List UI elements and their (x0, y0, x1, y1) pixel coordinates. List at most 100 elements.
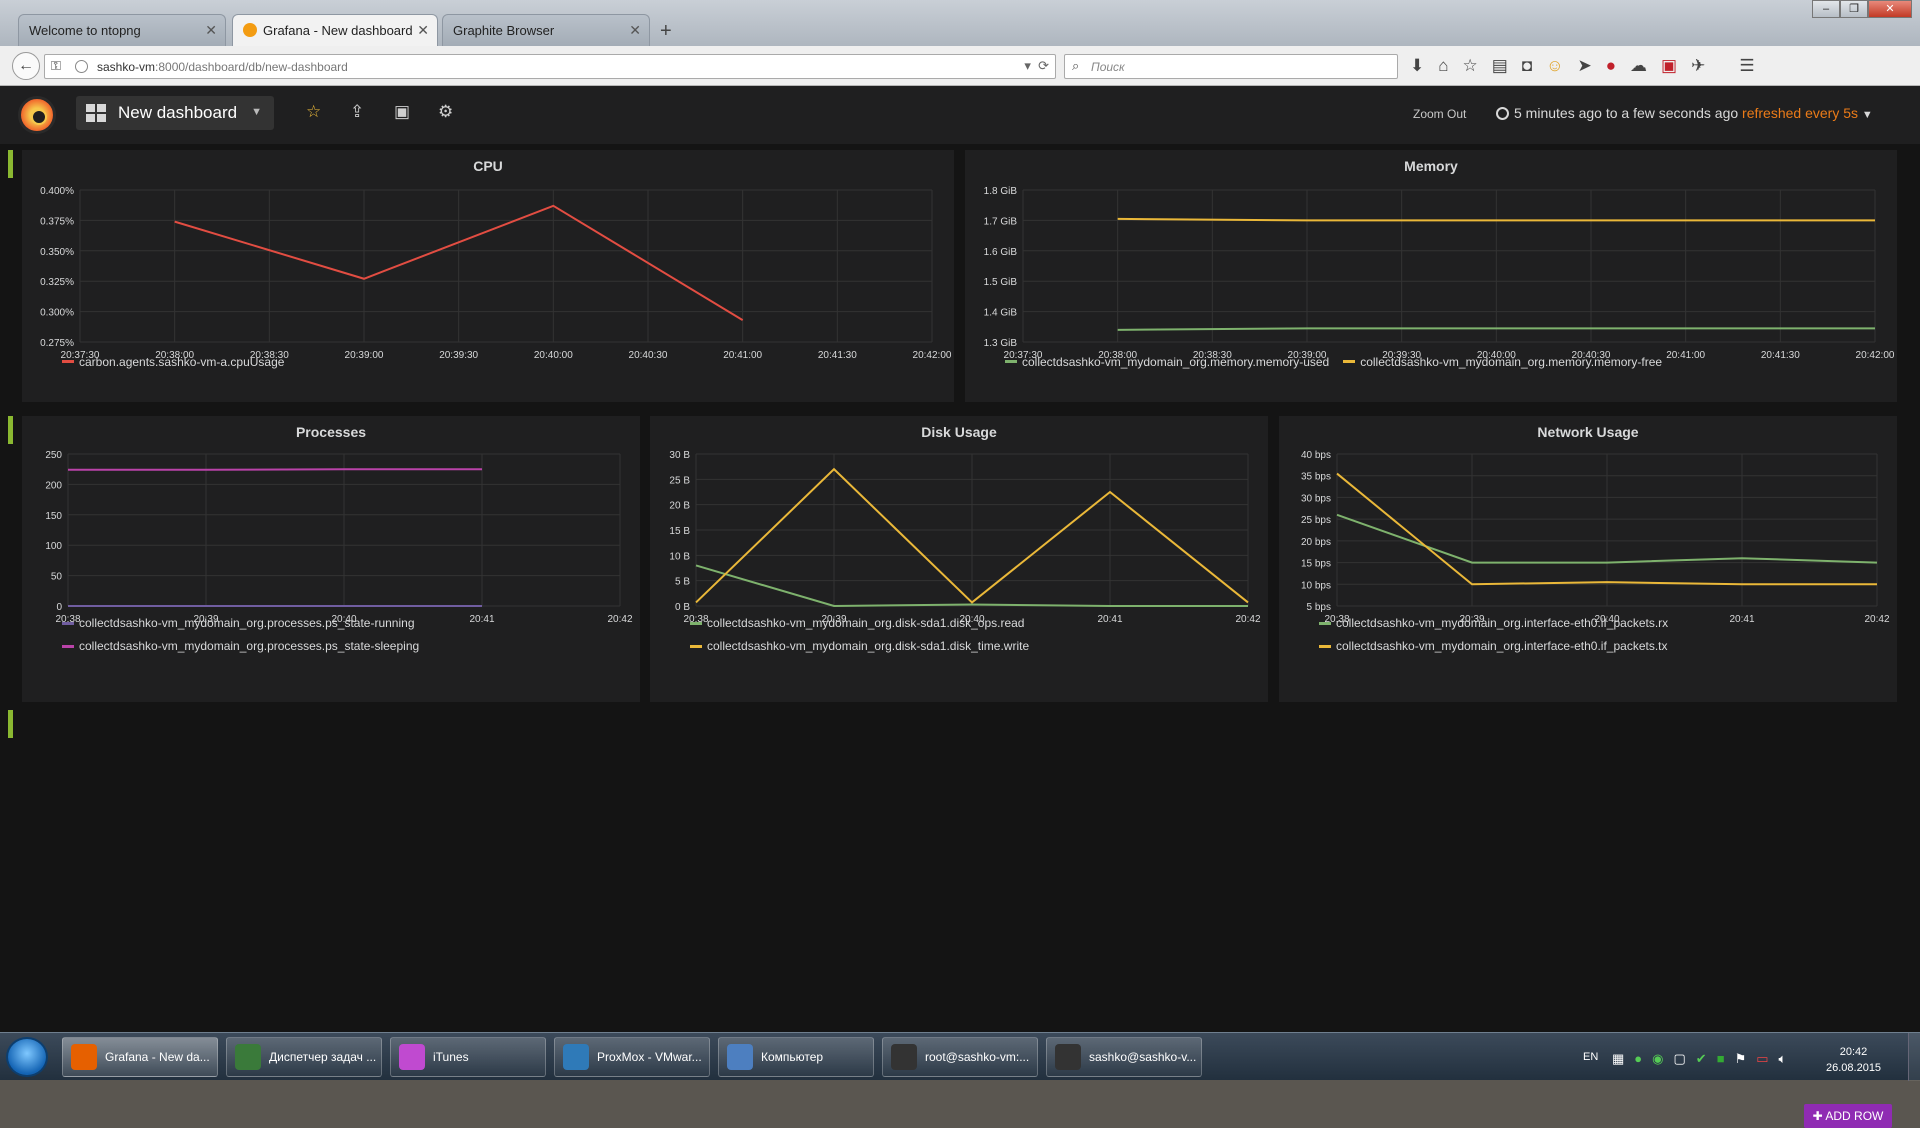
zoom-out-button[interactable]: Zoom Out (1413, 107, 1466, 121)
x-tick-label: 20:42 (1864, 614, 1889, 625)
pocket-icon[interactable]: ◘ (1522, 56, 1532, 76)
panel-title[interactable]: CPU (22, 158, 954, 174)
adblock-icon[interactable]: ● (1606, 56, 1616, 76)
tab-welcome-ntopng[interactable]: Welcome to ntopng ✕ (18, 14, 226, 46)
row-collapse-handle[interactable] (8, 710, 13, 738)
system-tray: ▦ ● ◉ ▢ ✔ ■ ⚑ ▭ 🔈︎ (1612, 1051, 1786, 1067)
x-tick-label: 20:42 (1235, 614, 1260, 625)
y-tick-label: 0 B (675, 602, 690, 613)
url-host: sashko-vm (97, 60, 156, 74)
taskbar-button[interactable]: sashko@sashko-v... (1046, 1037, 1202, 1077)
y-tick-label: 0.400% (40, 186, 74, 197)
extension-smiley-icon[interactable]: ☺ (1546, 56, 1563, 76)
panel-cpu[interactable]: CPU 0.275% 0.300% 0.325% 0.350% 0.375% 0.400%… (22, 150, 954, 402)
tab-grafana[interactable]: Grafana - New dashboard ✕ (232, 14, 438, 46)
legend-swatch (1319, 644, 1331, 648)
status-tray-icon[interactable]: ■ (1717, 1051, 1725, 1067)
row-collapse-handle[interactable] (8, 416, 13, 444)
panel-title[interactable]: Disk Usage (650, 424, 1268, 440)
start-button-icon[interactable] (6, 1037, 48, 1077)
show-desktop-button[interactable] (1908, 1033, 1920, 1081)
search-field[interactable]: ⌕ Поиск (1064, 54, 1398, 79)
navigation-bar: ← ⚿ sashko-vm:8000/dashboard/db/new-dash… (0, 46, 1920, 86)
y-tick-label: 250 (45, 450, 62, 461)
time-picker[interactable]: 5 minutes ago to a few seconds ago refre… (1496, 105, 1873, 121)
close-window-icon[interactable]: ✕ (1868, 0, 1912, 18)
taskbar-button[interactable]: Компьютер (718, 1037, 874, 1077)
share-icon[interactable]: ⇪ (350, 102, 364, 122)
taskbar-button[interactable]: ProxMox - VMwar... (554, 1037, 710, 1077)
dashboard-picker[interactable]: New dashboard ▼ (76, 96, 274, 130)
close-tab-icon[interactable]: ✕ (629, 22, 641, 39)
legend-item[interactable]: carbon.agents.sashko-vm-a.cpuUsage (62, 355, 284, 369)
panel-title[interactable]: Network Usage (1279, 424, 1897, 440)
taskbar-button[interactable]: root@sashko-vm:... (882, 1037, 1038, 1077)
bookmark-star-icon[interactable]: ☆ (1463, 56, 1478, 76)
close-tab-icon[interactable]: ✕ (205, 22, 217, 39)
language-indicator[interactable]: EN (1583, 1051, 1598, 1063)
restore-icon[interactable]: ❐ (1840, 0, 1868, 18)
taskbar-button[interactable]: Диспетчер задач ... (226, 1037, 382, 1077)
addon-icon[interactable]: ✈ (1691, 56, 1705, 76)
back-arrow-icon[interactable]: ← (12, 52, 40, 80)
panel-disk-usage[interactable]: Disk Usage 0 B 5 B 10 B 15 B 20 B 25 B 30 B 20:… (650, 416, 1268, 702)
network-tray-icon[interactable]: ▦ (1612, 1051, 1624, 1067)
legend-item[interactable]: collectdsashko-vm_mydomain_org.interface… (1319, 616, 1668, 630)
panel-processes[interactable]: Processes 0 50 100 150 200 250 20:38 20:39 20:40… (22, 416, 640, 702)
legend-swatch (690, 644, 702, 648)
y-tick-label: 20 bps (1301, 537, 1331, 548)
legend-item[interactable]: collectdsashko-vm_mydomain_org.processes… (62, 639, 419, 653)
row-collapse-handle[interactable] (8, 150, 13, 178)
battery-icon[interactable]: ▭ (1756, 1051, 1768, 1067)
add-row-button[interactable]: ✚ ADD ROW (1804, 1104, 1892, 1128)
translate-icon[interactable]: ▣ (1661, 56, 1677, 76)
panel-title[interactable]: Processes (22, 424, 640, 440)
app-tray-icon[interactable]: ▢ (1674, 1051, 1686, 1067)
taskbar-button[interactable]: iTunes (390, 1037, 546, 1077)
legend-item[interactable]: collectdsashko-vm_mydomain_org.processes… (62, 616, 419, 630)
shield-tray-icon[interactable]: ✔ (1696, 1051, 1707, 1067)
taskbar-button[interactable]: Grafana - New da... (62, 1037, 218, 1077)
globe-icon (75, 60, 88, 73)
x-tick-label: 20:42:00 (1856, 350, 1895, 361)
legend-item[interactable]: collectdsashko-vm_mydomain_org.memory.me… (1343, 355, 1662, 369)
taskbar-button-label: root@sashko-vm:... (925, 1050, 1030, 1064)
save-icon[interactable]: ▣ (394, 102, 410, 122)
panel-legend: collectdsashko-vm_mydomain_org.memory.me… (1005, 352, 1676, 369)
reload-icon[interactable]: ▾ ⟳ (1024, 58, 1049, 74)
tab-graphite-browser[interactable]: Graphite Browser ✕ (442, 14, 650, 46)
new-tab-plus-icon[interactable]: + (660, 20, 672, 43)
update-tray-icon[interactable]: ● (1634, 1051, 1642, 1067)
dashboard-grid-icon (86, 104, 106, 122)
y-tick-label: 25 bps (1301, 515, 1331, 526)
y-tick-label: 1.3 GiB (984, 338, 1018, 349)
volume-icon[interactable]: 🔈︎ (1779, 1051, 1787, 1067)
window-controls: – ❐ ✕ (1812, 0, 1912, 20)
tab-label: Welcome to ntopng (29, 23, 141, 38)
settings-gear-icon[interactable]: ⚙ (438, 102, 453, 122)
clock[interactable]: 20:42 26.08.2015 (1826, 1044, 1881, 1076)
url-bar[interactable]: ⚿ sashko-vm:8000/dashboard/db/new-dashbo… (44, 54, 1056, 79)
panel-title[interactable]: Memory (965, 158, 1897, 174)
chat-icon[interactable]: ☁ (1630, 56, 1647, 76)
legend-item[interactable]: collectdsashko-vm_mydomain_org.interface… (1319, 639, 1668, 653)
home-icon[interactable]: ⌂ (1438, 56, 1448, 76)
vpn-tray-icon[interactable]: ◉ (1652, 1051, 1663, 1067)
panel-memory[interactable]: Memory 1.3 GiB 1.4 GiB 1.5 GiB 1.6 GiB 1.7 G… (965, 150, 1897, 402)
legend-item[interactable]: collectdsashko-vm_mydomain_org.memory.me… (1005, 355, 1329, 369)
reading-list-icon[interactable]: ▤ (1492, 56, 1508, 76)
download-icon[interactable]: ⬇ (1410, 56, 1424, 76)
firefox-icon (71, 1044, 97, 1070)
minimize-icon[interactable]: – (1812, 0, 1840, 18)
legend-item[interactable]: collectdsashko-vm_mydomain_org.disk-sda1… (690, 639, 1029, 653)
legend-item[interactable]: collectdsashko-vm_mydomain_org.disk-sda1… (690, 616, 1029, 630)
flag-icon[interactable]: ⚑ (1735, 1051, 1747, 1067)
vmware-icon (563, 1044, 589, 1070)
send-icon[interactable]: ➤ (1577, 56, 1591, 76)
grafana-logo-icon[interactable] (18, 96, 56, 134)
y-tick-label: 50 (51, 572, 63, 583)
star-icon[interactable]: ☆ (306, 102, 321, 122)
close-tab-icon[interactable]: ✕ (417, 22, 429, 39)
menu-hamburger-icon[interactable]: ☰ (1739, 56, 1754, 76)
panel-network-usage[interactable]: Network Usage 5 bps 10 bps 15 bps 20 bps 25 … (1279, 416, 1897, 702)
